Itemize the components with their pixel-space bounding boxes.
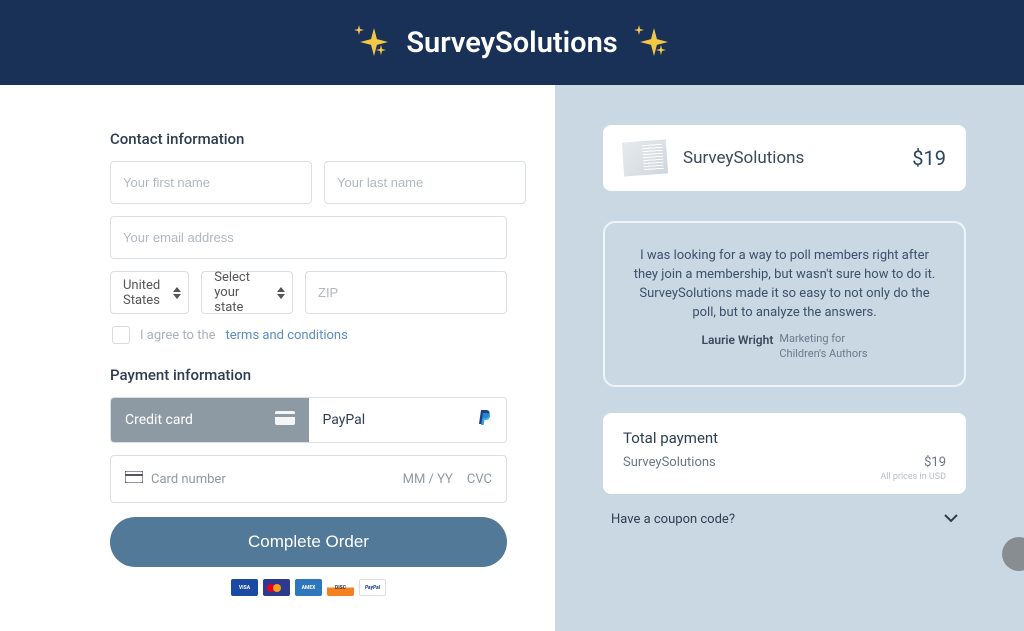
tab-paypal[interactable]: PayPal [309,398,507,442]
tab-card-label: Credit card [125,412,193,428]
tab-credit-card[interactable]: Credit card [111,398,309,442]
product-image [622,140,668,177]
terms-text: I agree to the [140,328,216,343]
product-name: SurveySolutions [683,148,912,168]
state-placeholder: Select your state [214,270,264,315]
terms-checkbox[interactable] [112,326,130,344]
sparkle-icon-left [352,23,392,63]
tab-paypal-label: PayPal [323,412,366,428]
complete-order-button[interactable]: Complete Order [110,517,507,567]
card-number-input[interactable]: Card number MM / YY CVC [110,455,507,503]
card-icon-small [125,471,143,487]
country-value: United States [123,278,160,308]
total-title: Total payment [623,429,946,447]
order-summary: SurveySolutions $19 I was looking for a … [555,85,1024,631]
chevron-down-icon [944,512,958,527]
contact-title: Contact information [110,130,507,148]
visa-logo: VISA [231,579,258,596]
site-header: SurveySolutions [0,0,1024,85]
card-number-placeholder: Card number [151,472,226,487]
total-card: Total payment SurveySolutions $19 All pr… [603,413,966,494]
testimonial-card: I was looking for a way to poll members … [603,221,966,387]
testimonial-text: I was looking for a way to poll members … [627,247,942,322]
checkout-form: Contact information United States Select… [0,85,555,631]
stepper-icon [173,287,181,299]
paypal-icon [478,410,492,430]
last-name-input[interactable] [324,161,526,204]
header-title: SurveySolutions [406,26,617,60]
total-line-price: $19 [924,455,946,470]
payment-title: Payment information [110,366,507,384]
first-name-input[interactable] [110,161,312,204]
terms-link[interactable]: terms and conditions [226,328,348,343]
product-price: $19 [912,146,946,170]
total-line-name: SurveySolutions [623,455,716,470]
zip-input[interactable] [305,271,507,314]
testimonial-author: Laurie Wright [701,332,773,347]
mastercard-logo [263,579,290,596]
total-currency-note: All prices in USD [623,472,946,482]
amex-logo: AMEX [295,579,322,596]
product-card: SurveySolutions $19 [603,125,966,191]
discover-logo: DISC [327,579,354,596]
coupon-toggle[interactable]: Have a coupon code? [603,512,966,527]
sparkle-icon-right [632,23,672,63]
stepper-icon [277,287,285,299]
coupon-label: Have a coupon code? [611,512,735,527]
email-input[interactable] [110,216,507,259]
payment-logos: VISA AMEX DISC PayPal [110,579,507,596]
paypal-logo: PayPal [359,579,386,596]
card-cvc-placeholder: CVC [467,472,492,487]
testimonial-org: Marketing for Children's Authors [779,332,867,361]
card-expiry-placeholder: MM / YY [403,472,453,487]
card-icon [275,411,295,429]
